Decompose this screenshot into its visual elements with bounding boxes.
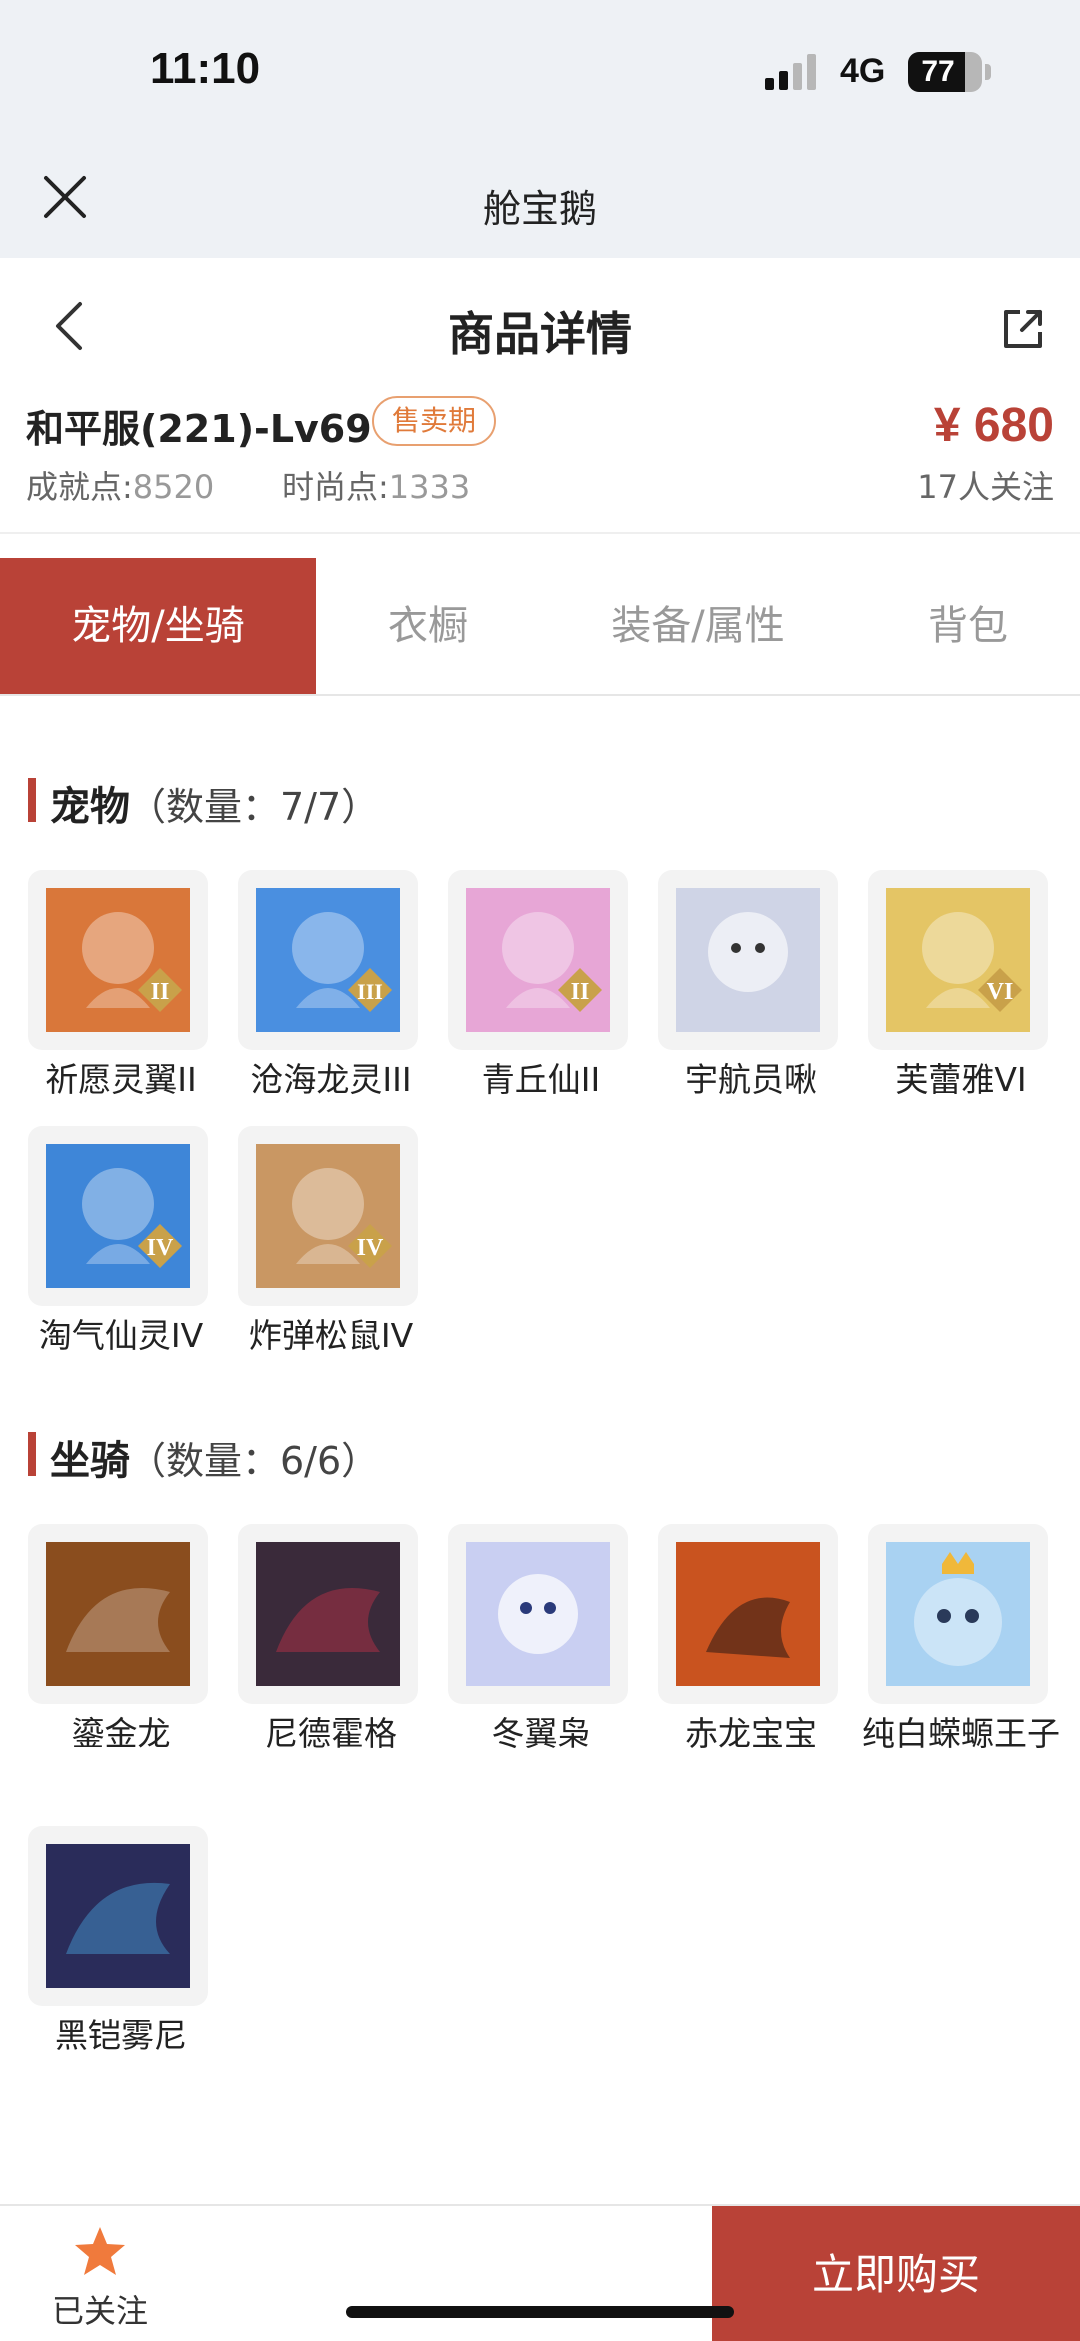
fashion-stat: 时尚点:1333 (282, 462, 470, 508)
fashion-value: 1333 (388, 468, 471, 506)
status-bar: 11:10 4G 77 (0, 0, 1080, 140)
svg-text:II: II (571, 979, 590, 1005)
achievement-stat: 成就点:8520 (26, 462, 214, 508)
status-badge: 售卖期 (372, 396, 497, 446)
pet-thumbnail (658, 870, 838, 1050)
pets-title: 宠物 (50, 784, 130, 830)
pet-image-icon: III (256, 888, 400, 1032)
section-marker (28, 778, 36, 822)
pets-count: （数量：7/7） (128, 785, 380, 829)
status-time: 11:10 (150, 44, 261, 93)
tab-bar: 宠物/坐骑 衣橱 装备/属性 背包 (0, 558, 1080, 696)
battery-percent: 77 (921, 55, 955, 88)
pet-image-icon: II (46, 888, 190, 1032)
pet-image-icon: II (466, 888, 610, 1032)
follower-count: 17人关注 (917, 468, 1054, 506)
page-title: 商品详情 (448, 307, 632, 361)
mount-image-icon (676, 1542, 820, 1686)
pet-name: 炸弹松鼠IV (248, 1316, 414, 1355)
mounts-count: （数量：6/6） (128, 1439, 380, 1483)
app-title: 舱宝鹅 (482, 187, 597, 231)
mount-thumbnail (28, 1826, 208, 2006)
mount-image-icon (886, 1542, 1030, 1686)
home-indicator (346, 2306, 734, 2318)
pet-name: 芙蕾雅VI (895, 1060, 1027, 1099)
pet-image-icon (676, 888, 820, 1032)
app-bar: 舱宝鹅 (0, 140, 1080, 258)
mount-name: 鎏金龙 (71, 1714, 171, 1753)
share-icon[interactable] (1000, 306, 1046, 352)
signal-icon (765, 54, 816, 90)
pet-name: 青丘仙II (481, 1060, 601, 1099)
mount-thumbnail (868, 1524, 1048, 1704)
pet-image-icon: IV (46, 1144, 190, 1288)
svg-text:IV: IV (357, 1235, 384, 1261)
pet-name: 宇航员啾 (685, 1060, 817, 1099)
mount-name: 冬翼枭 (491, 1714, 591, 1753)
mount-name: 纯白蝾螈王子 (862, 1714, 1060, 1753)
svg-text:IV: IV (147, 1235, 174, 1261)
mount-name: 尼德霍格 (265, 1714, 397, 1753)
battery-tip (985, 64, 991, 80)
mount-image-icon (46, 1542, 190, 1686)
mount-image-icon (46, 1844, 190, 1988)
product-info: 和平服(221)-Lv69 售卖期 成就点:8520 时尚点:1333 ¥ 68… (0, 384, 1080, 534)
pet-thumbnail: IV (238, 1126, 418, 1306)
tab-equipment[interactable]: 装备/属性 (540, 558, 856, 694)
pet-thumbnail: IV (28, 1126, 208, 1306)
mount-thumbnail (238, 1524, 418, 1704)
star-icon[interactable] (72, 2224, 128, 2280)
pet-image-icon: IV (256, 1144, 400, 1288)
pet-thumbnail: III (238, 870, 418, 1050)
battery-icon: 77 (908, 52, 982, 92)
section-marker (28, 1432, 36, 1476)
svg-text:II: II (151, 979, 170, 1005)
mount-thumbnail (658, 1524, 838, 1704)
price: ¥ 680 (933, 399, 1054, 452)
achievement-value: 8520 (132, 468, 215, 506)
buy-now-button[interactable]: 立即购买 (712, 2206, 1080, 2341)
bottom-bar: 已关注 立即购买 (0, 2204, 1080, 2341)
product-name: 和平服(221)-Lv69 (26, 407, 372, 451)
pet-name: 淘气仙灵IV (38, 1316, 204, 1355)
mount-name: 黑铠雾尼 (55, 2016, 187, 2055)
nav-bar: 商品详情 (0, 258, 1080, 384)
pet-thumbnail: VI (868, 870, 1048, 1050)
tab-backpack[interactable]: 背包 (856, 558, 1080, 694)
mounts-title: 坐骑 (50, 1438, 130, 1484)
svg-text:III: III (357, 979, 383, 1004)
svg-text:VI: VI (987, 979, 1014, 1005)
achievement-label: 成就点: (26, 468, 133, 506)
mount-image-icon (466, 1542, 610, 1686)
pet-thumbnail: II (28, 870, 208, 1050)
follow-label[interactable]: 已关注 (40, 2286, 160, 2332)
fashion-label: 时尚点: (282, 468, 389, 506)
mount-name: 赤龙宝宝 (685, 1714, 817, 1753)
network-type: 4G (840, 52, 886, 90)
mount-image-icon (256, 1542, 400, 1686)
mount-thumbnail (448, 1524, 628, 1704)
pet-image-icon: VI (886, 888, 1030, 1032)
pet-thumbnail: II (448, 870, 628, 1050)
pet-name: 祈愿灵翼II (45, 1060, 197, 1099)
pet-name: 沧海龙灵III (250, 1060, 412, 1099)
tab-pets-mounts[interactable]: 宠物/坐骑 (0, 558, 316, 694)
mount-thumbnail (28, 1524, 208, 1704)
tab-wardrobe[interactable]: 衣橱 (316, 558, 540, 694)
